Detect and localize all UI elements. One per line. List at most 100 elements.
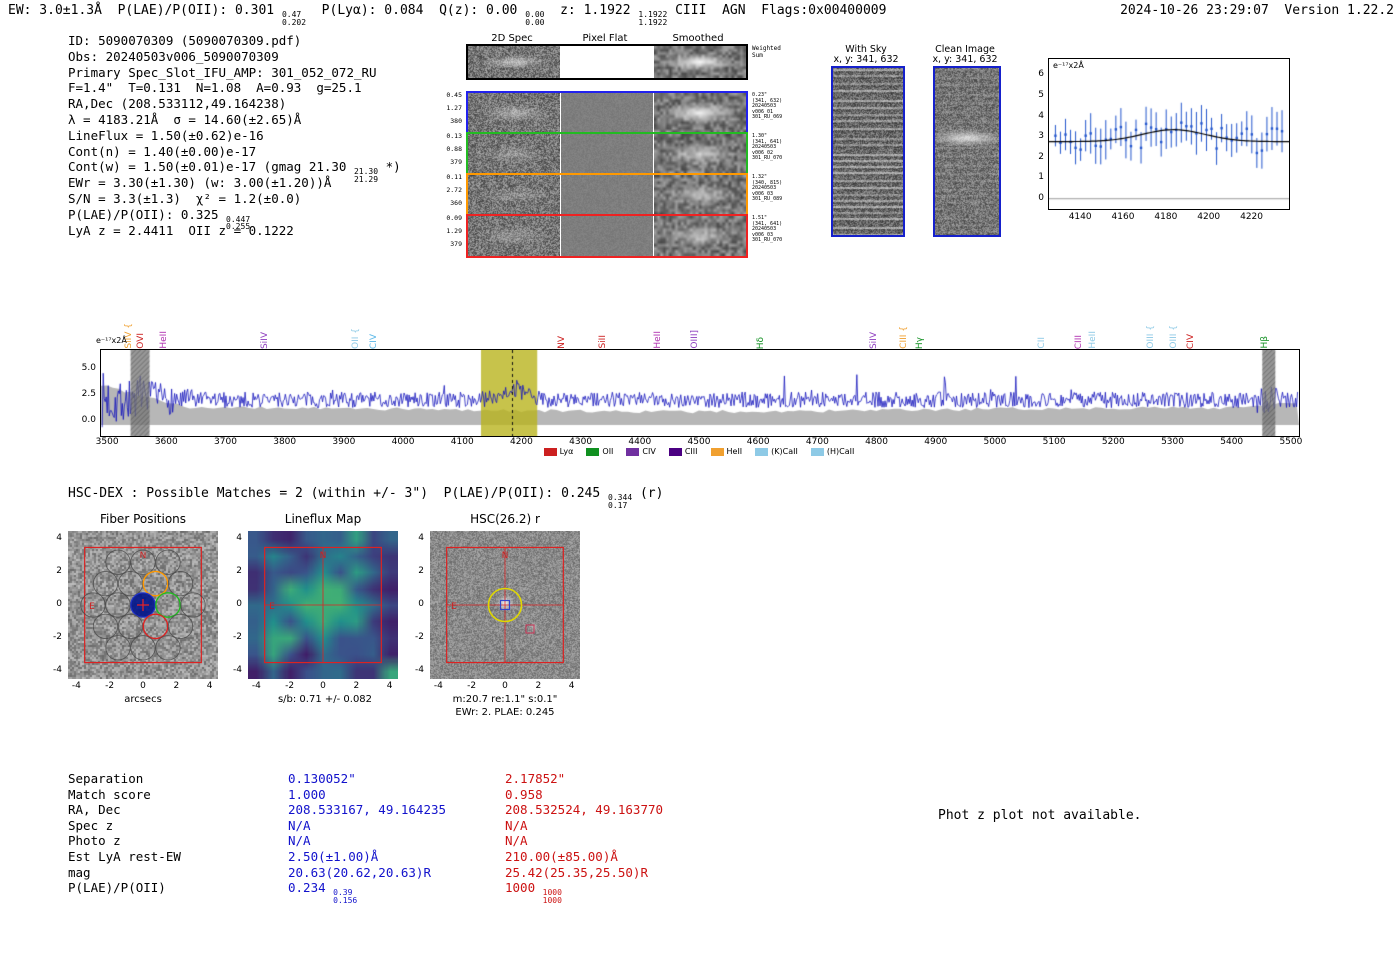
text-segment: 208.533167, 49.164235 [288, 802, 447, 818]
spec2d-row-scale-label: 379 [450, 240, 462, 248]
x-tick-label: 4180 [1154, 212, 1178, 222]
panel-y-tick-label: -4 [53, 664, 62, 675]
y-tick-label: 5 [1038, 89, 1044, 100]
panel-y-tick-label: 2 [56, 566, 62, 577]
match-2-value: N/A [505, 818, 528, 833]
text-segment: HSC-DEX : Possible Matches = 2 (within +… [68, 486, 609, 501]
legend-item: (H)CaII [810, 447, 855, 456]
y-tick-label: 4 [1038, 110, 1044, 121]
panel-y-tick-label: 4 [418, 533, 424, 544]
spec2d-flat-image [561, 175, 653, 215]
fiber-circle [92, 570, 119, 597]
legend-label: (H)CaII [826, 447, 855, 456]
legend-label: OII [602, 447, 614, 456]
spec2d-row [466, 214, 748, 258]
emission-line-label: HeII [1088, 331, 1099, 349]
panel-x-tick-label: -4 [71, 681, 81, 691]
x-tick-label: 4400 [628, 437, 652, 447]
clean-image [933, 66, 1001, 237]
fiber-circle [117, 570, 144, 597]
info-line: λ = 4183.21Å σ = 14.60(±2.65)Å [68, 112, 301, 127]
match-1-value: 1.000 [288, 787, 326, 802]
emission-line-label: SiIV [869, 331, 880, 349]
with-sky-coords: x, y: 341, 632 [833, 54, 899, 65]
spec2d-row-annotation: 301_RU_089 [752, 196, 783, 203]
match-1-value: N/A [288, 818, 311, 833]
x-tick-label: 3500 [95, 437, 119, 447]
x-tick-label: 5500 [1279, 437, 1303, 447]
fiber-circle [105, 635, 131, 661]
x-tick-label: 5000 [983, 437, 1007, 447]
text-segment: P(LAE)/P(OII): 0.325 [68, 206, 227, 222]
spec2d-row [466, 173, 748, 217]
text-segment: 210.00(±85.00)Å [505, 849, 618, 864]
stacked-value: 0.344 0.17 [608, 493, 633, 510]
compass-east-label: E [451, 602, 457, 612]
match-2-value: 210.00(±85.00)Å [505, 849, 618, 864]
legend-item: OII [586, 447, 613, 456]
x-tick-label: 4300 [569, 437, 593, 447]
match-2-value: 25.42(25.35,25.50)R [505, 865, 648, 880]
match-table-row-label: Photo z [68, 833, 121, 849]
x-tick-label: 4600 [746, 437, 770, 447]
match-2-value: 2.17852" [505, 771, 565, 786]
fiber-circle-green [155, 592, 181, 618]
text-segment: N/A [505, 817, 528, 833]
panel-x-tick-label: 2 [353, 681, 360, 691]
text-segment: LineFlux = 1.50(±0.62)e-16 [68, 127, 264, 143]
fiber-circle [167, 613, 194, 640]
compass-north-label: N [320, 551, 327, 561]
stacked-value: 0.00 0.00 [525, 10, 545, 27]
hsc-image-panel: NE [430, 531, 580, 679]
x-tick-label: 4140 [1068, 212, 1092, 222]
match-1-value: N/A [288, 833, 311, 848]
compass-north-label: N [140, 551, 147, 561]
fiber-positions-title: Fiber Positions [99, 512, 187, 526]
spec2d-row-annotation: 301_RU_070 [752, 155, 783, 162]
spec2d-col-header-flat: Pixel Flat [582, 33, 628, 44]
match-table-row-label: Match score [68, 786, 151, 802]
stacked-value: 0.39 0.156 [333, 888, 358, 905]
legend-label: CIII [684, 447, 698, 456]
spec2d-row-scale-label: 379 [450, 158, 462, 166]
match-table-row-label: Est LyA rest-EW [68, 849, 181, 864]
fiber-circle [167, 570, 194, 597]
panel-x-tick-label: 4 [568, 681, 575, 691]
text-segment: P(Lyα): 0.084 Q(z): 0.00 [306, 3, 526, 18]
match-table-row-label: RA, Dec [68, 802, 121, 818]
x-tick-label: 4160 [1111, 212, 1135, 222]
emission-line-label: HeII [652, 331, 663, 349]
spec2d-flat-image [561, 216, 653, 256]
lineflux-map-overlay: NE [264, 546, 382, 664]
panel-x-tick-label: 2 [173, 681, 180, 691]
panel-y-tick-label: 4 [56, 533, 62, 544]
x-tick-label: 4200 [509, 437, 533, 447]
emission-line-label: OVI [136, 333, 147, 349]
spec2d-row-scale-label: 0.45 [446, 91, 462, 99]
clean-image-coords: x, y: 341, 632 [932, 54, 998, 65]
spec2d-row-annotations: Weighted Sum 0.23" (341, 632) 20240503 v006_0… [752, 44, 800, 260]
legend-swatch [543, 447, 557, 456]
match-1-value: 208.533167, 49.164235 [288, 802, 446, 817]
x-tick-label: 5200 [1101, 437, 1125, 447]
text-segment: Obs: 20240503v006_5090070309 [68, 48, 279, 64]
fiber-circle-orange [142, 570, 169, 597]
hsc-image-caption2: EWr: 2. PLAE: 0.245 [455, 707, 555, 718]
fiber-circle [155, 549, 181, 575]
legend-swatch [755, 447, 769, 456]
x-tick-label: 4500 [687, 437, 711, 447]
panel-x-tick-label: -4 [433, 681, 443, 691]
text-segment: 1.000 [288, 786, 326, 802]
x-tick-label: 3900 [332, 437, 356, 447]
x-tick-label: 3700 [214, 437, 237, 447]
elixer-report-page: EW: 3.0±1.3Å P(LAE)/P(OII): 0.301 0.47 0.… [0, 0, 1400, 953]
line-fit-plot: e⁻¹⁷x2Å 0 1 2 3 4 5 6 4140 4160 4180 4200 4220 [1020, 50, 1320, 230]
text-segment: Cont(w) = 1.50(±0.01)e-17 (gmag 21.30 [68, 159, 354, 175]
text-segment: CIII AGN Flags:0x00400009 [667, 3, 887, 18]
emission-line-label: OIII { [1146, 325, 1157, 349]
y-tick-label: 0.0 [81, 415, 96, 426]
spec2d-row [466, 91, 748, 135]
match-1-value: 2.50(±1.00)Å [288, 849, 378, 864]
match-2-value: 1000 1000 1000 [505, 880, 562, 904]
hsc-image-caption1: m:20.7 re:1.1" s:0.1" [452, 694, 558, 705]
